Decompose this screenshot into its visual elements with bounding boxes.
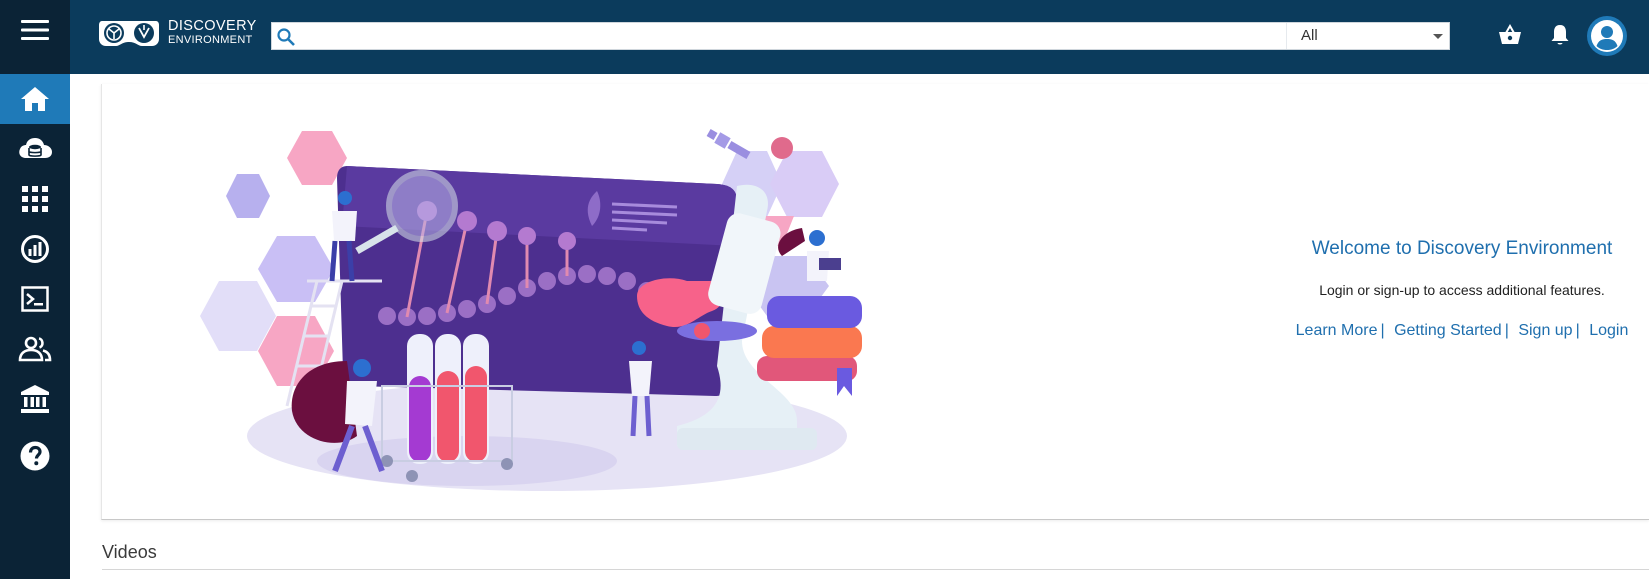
terminal-icon [21,286,49,312]
brand-line2: ENVIRONMENT [168,34,253,46]
account-icon [1591,20,1623,52]
search-filter-value: All [1301,27,1318,44]
welcome-links: Learn More | Getting Started | Sign up | Lo… [1272,322,1649,340]
login-link[interactable]: Login [1589,322,1628,339]
sidebar-item-teams[interactable] [0,324,70,374]
brand-logo[interactable]: DISCOVERY ENVIRONMENT [98,16,257,50]
welcome-card: Welcome to Discovery Environment Login o… [101,84,1649,520]
analytics-icon [21,235,49,263]
getting-started-link[interactable]: Getting Started [1394,322,1502,339]
notifications-button[interactable] [1545,20,1575,50]
hamburger-icon [21,20,49,40]
link-separator: | [1504,322,1509,339]
sidebar-item-data[interactable] [0,124,70,174]
learn-more-link[interactable]: Learn More [1296,322,1378,339]
basket-icon [1499,24,1521,44]
basket-button[interactable] [1495,20,1525,50]
home-icon [21,87,49,111]
people-icon [18,336,52,362]
discovery-environment-logo-icon [99,21,159,46]
welcome-subtitle: Login or sign-up to access additional fe… [1319,282,1605,298]
science-illustration [200,129,862,491]
link-separator: | [1380,322,1385,339]
help-icon [20,441,50,471]
sidebar [0,0,70,579]
chevron-down-icon [1433,34,1443,39]
bell-icon [1551,25,1569,45]
link-separator: | [1575,322,1580,339]
sidebar-item-collections[interactable] [0,374,70,424]
search-icon[interactable] [276,27,296,47]
institution-icon [21,385,49,413]
menu-button[interactable] [0,0,70,60]
sidebar-item-help[interactable] [0,431,70,481]
sidebar-item-apps[interactable] [0,174,70,224]
top-bar: DISCOVERY ENVIRONMENT All [70,0,1649,74]
welcome-title: Welcome to Discovery Environment [1311,238,1613,259]
section-divider [102,569,1649,570]
sign-up-link[interactable]: Sign up [1518,322,1572,339]
search-filter-select[interactable]: All [1286,23,1451,49]
sidebar-item-home[interactable] [0,74,70,124]
sidebar-item-analyses[interactable] [0,224,70,274]
cloud-database-icon [19,138,52,158]
sidebar-item-vice[interactable] [0,274,70,324]
account-button[interactable] [1587,16,1627,56]
search-input[interactable] [300,24,1280,48]
brand-line1: DISCOVERY [168,18,257,34]
grid-icon [22,186,48,212]
brand-name: DISCOVERY ENVIRONMENT [168,19,257,47]
videos-section-title: Videos [102,542,157,562]
search-bar: All [271,22,1450,50]
welcome-panel: Welcome to Discovery Environment Login o… [1272,238,1649,340]
